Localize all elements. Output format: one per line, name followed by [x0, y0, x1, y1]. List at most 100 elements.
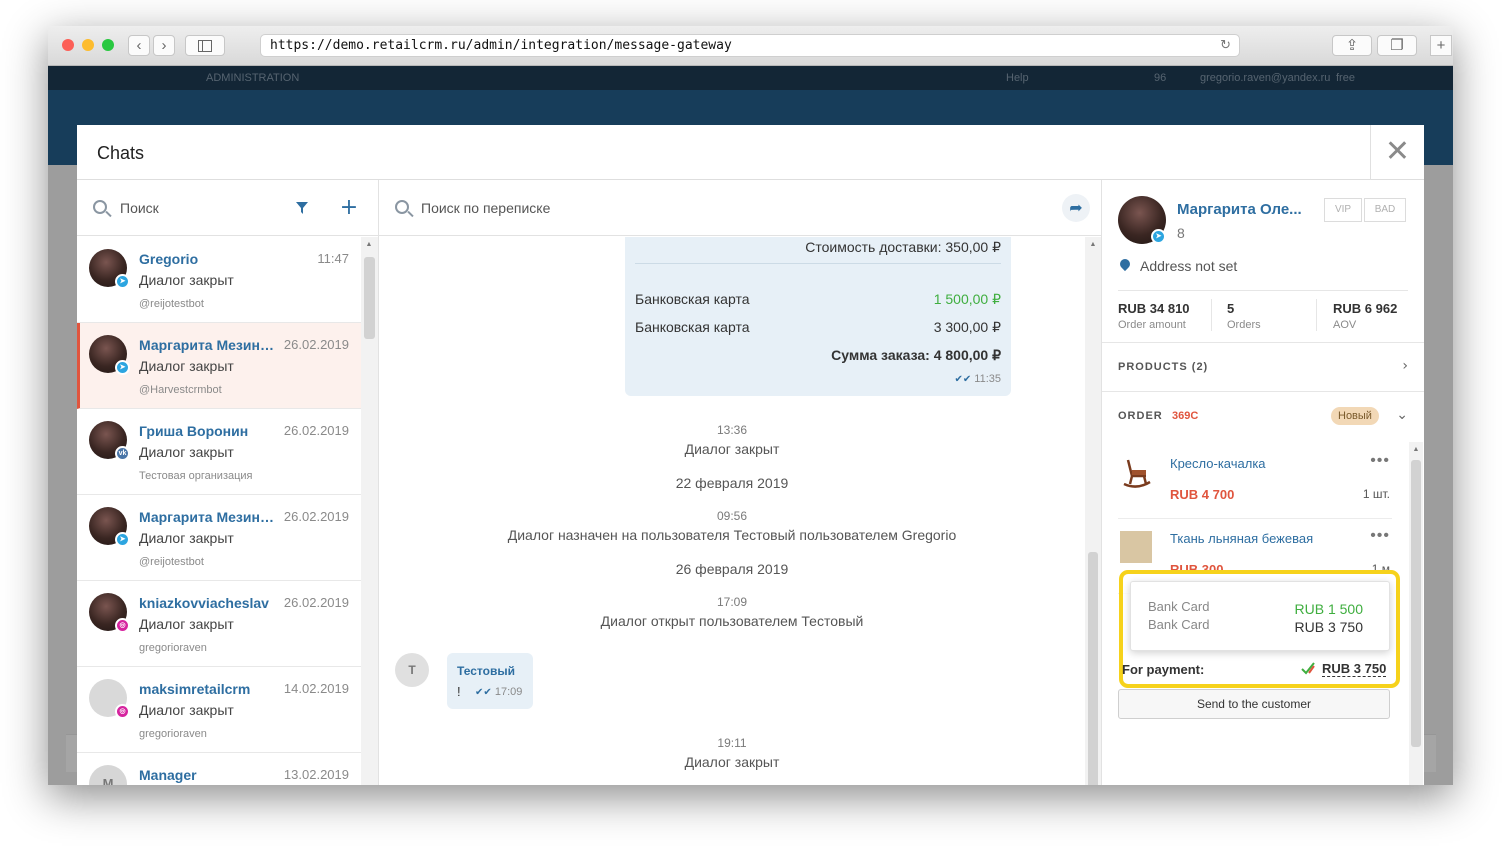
chat-item-grisha[interactable]: vk Гриша Воронин 26.02.2019 Диалог закры…: [77, 409, 361, 495]
avatar: ◎: [89, 679, 130, 719]
chat-item-gregorio[interactable]: ➤ Gregorio 11:47 Диалог закрыт @reijotes…: [77, 237, 361, 323]
message-author: Тестовый: [457, 664, 515, 678]
chevron-down-icon[interactable]: ⌄: [1396, 407, 1408, 423]
conversation-search-input[interactable]: Поиск по переписке: [421, 200, 550, 216]
chat-name: Маргарита Мезинова: [139, 509, 279, 525]
stat-orders: 5 Orders: [1227, 301, 1261, 331]
chat-source: @Harvestcrmbot: [139, 384, 222, 396]
sidebar-toggle-button[interactable]: [185, 35, 225, 56]
modal-header: Chats ✕: [77, 125, 1424, 180]
chat-item-manager[interactable]: M Manager 13.02.2019 test: [77, 753, 361, 785]
chat-item-margarita[interactable]: ➤ Маргарита Мезинова 26.02.2019 Диалог з…: [77, 495, 361, 581]
popup-payment-row: Bank Card RUB 1 500: [1148, 599, 1363, 617]
telegram-icon: ➤: [115, 360, 130, 375]
date-separator: 26 февраля 2019: [675, 561, 789, 577]
order-section-header[interactable]: ORDER 369C Новый ⌄: [1102, 391, 1424, 440]
chat-last-message: Диалог закрыт: [139, 444, 234, 460]
send-to-customer-button[interactable]: Send to the customer: [1118, 689, 1390, 719]
chat-search-input[interactable]: Поиск: [120, 200, 159, 216]
bad-tag[interactable]: BAD: [1364, 198, 1406, 222]
read-ticks-icon: ✔✔: [954, 374, 972, 385]
app-background: ADMINISTRATION Help 96 gregorio.raven@ya…: [48, 66, 1453, 785]
chat-time: 14.02.2019: [283, 681, 349, 696]
chat-name: Гриша Воронин: [139, 423, 249, 439]
scroll-up-icon[interactable]: ▲: [363, 241, 375, 248]
chat-item-kniazkov[interactable]: ◎ kniazkovviacheslav 26.02.2019 Диалог з…: [77, 581, 361, 667]
customer-name[interactable]: Маргарита Оле...: [1177, 201, 1302, 218]
add-chat-button[interactable]: +: [335, 194, 363, 222]
customer-stats: RUB 34 810 Order amount 5 Orders RUB 6 9…: [1118, 290, 1408, 336]
scroll-thumb[interactable]: [364, 257, 375, 339]
url-text: https://demo.retailcrm.ru/admin/integrat…: [270, 38, 732, 53]
customer-subtitle: 8: [1177, 225, 1185, 241]
date-separator: 22 февраля 2019: [675, 475, 789, 491]
message-time: 17:09: [494, 686, 523, 698]
product-name[interactable]: Кресло-качалка: [1170, 456, 1266, 471]
product-name[interactable]: Ткань льняная бежевая: [1170, 531, 1313, 546]
chat-item-maksim[interactable]: ◎ maksimretailcrm 14.02.2019 Диалог закр…: [77, 667, 361, 753]
maximize-window-button[interactable]: [102, 39, 114, 51]
payment-row: Банковская карта 3 300,00 ₽: [635, 319, 1001, 335]
chat-last-message: Диалог закрыт: [139, 702, 234, 718]
modal-title: Chats: [97, 143, 145, 163]
location-pin-icon: [1117, 256, 1133, 272]
scroll-thumb[interactable]: [1411, 460, 1421, 747]
chat-last-message: Диалог закрыт: [139, 272, 234, 288]
back-button[interactable]: ‹: [128, 35, 150, 56]
event-time: 19:11: [717, 736, 747, 750]
chat-source: gregorioraven: [139, 728, 207, 740]
products-section[interactable]: PRODUCTS (2) ›: [1102, 342, 1424, 391]
scroll-up-icon[interactable]: ▲: [1087, 241, 1099, 248]
payment-amount: 1 500,00 ₽: [933, 291, 1001, 307]
close-window-button[interactable]: [62, 39, 74, 51]
chat-time: 13.02.2019: [283, 767, 349, 782]
instagram-icon: ◎: [115, 618, 130, 633]
share-icon[interactable]: ➦: [1062, 194, 1090, 222]
event-time: 09:56: [716, 509, 748, 523]
new-tab-button[interactable]: +: [1430, 35, 1452, 56]
scroll-thumb[interactable]: [1088, 552, 1098, 785]
chevron-right-icon: ›: [1402, 358, 1408, 374]
status-badge: Новый: [1331, 407, 1379, 425]
for-payment-value[interactable]: RUB 3 750: [1322, 661, 1387, 677]
forward-button[interactable]: ›: [153, 35, 175, 56]
payment-label: Банковская карта: [635, 319, 750, 335]
message-status: ✔✔ 17:09: [475, 686, 522, 698]
minimize-window-button[interactable]: [82, 39, 94, 51]
address-bar[interactable]: https://demo.retailcrm.ru/admin/integrat…: [260, 34, 1240, 57]
read-ticks-icon: ✔✔: [475, 687, 492, 698]
share-browser-button[interactable]: ⇪: [1332, 35, 1372, 56]
chat-list-scrollbar[interactable]: ▲ ▼: [361, 237, 378, 785]
filter-button[interactable]: [288, 194, 316, 222]
chat-item-margarita-active[interactable]: ➤ Маргарита Мезино... 26.02.2019 Диалог …: [77, 323, 361, 409]
vip-tag[interactable]: VIP: [1324, 198, 1362, 222]
chat-time: 11:47: [317, 251, 349, 266]
chat-source: @reijotestbot: [139, 298, 204, 310]
more-icon[interactable]: •••: [1370, 527, 1390, 545]
more-icon[interactable]: •••: [1370, 452, 1390, 470]
sidebar-icon: [198, 40, 212, 52]
telegram-icon: ➤: [1151, 229, 1166, 244]
stat-aov: RUB 6 962 AOV: [1333, 301, 1397, 331]
telegram-icon: ➤: [115, 532, 130, 547]
order-number[interactable]: 369C: [1172, 410, 1198, 422]
reload-icon[interactable]: ↻: [1220, 35, 1231, 56]
order-scrollbar[interactable]: ▲ ▼: [1409, 442, 1423, 785]
user-avatar: T: [395, 653, 429, 687]
chat-name: Manager: [139, 767, 197, 783]
popup-payment-label: Bank Card: [1148, 617, 1210, 632]
conversation-scrollbar[interactable]: ▲ ▼: [1085, 237, 1101, 785]
chat-source: gregorioraven: [139, 642, 207, 654]
bubble-divider: [635, 263, 1001, 264]
delivery-cost: Стоимость доставки: 350,00 ₽: [805, 239, 1001, 255]
close-icon[interactable]: ✕: [1370, 125, 1424, 180]
products-label: PRODUCTS (2): [1118, 361, 1209, 373]
event-time: 13:36: [716, 423, 748, 437]
stat-value: RUB 6 962: [1333, 301, 1398, 316]
tabs-overview-button[interactable]: ❐: [1377, 35, 1417, 56]
browser-toolbar: ‹ › https://demo.retailcrm.ru/admin/inte…: [48, 26, 1453, 66]
customer-address: Address not set: [1140, 258, 1238, 274]
scroll-up-icon[interactable]: ▲: [1410, 446, 1422, 453]
payment-row: Банковская карта 1 500,00 ₽: [635, 291, 1001, 307]
customer-avatar: ➤: [1118, 196, 1166, 244]
